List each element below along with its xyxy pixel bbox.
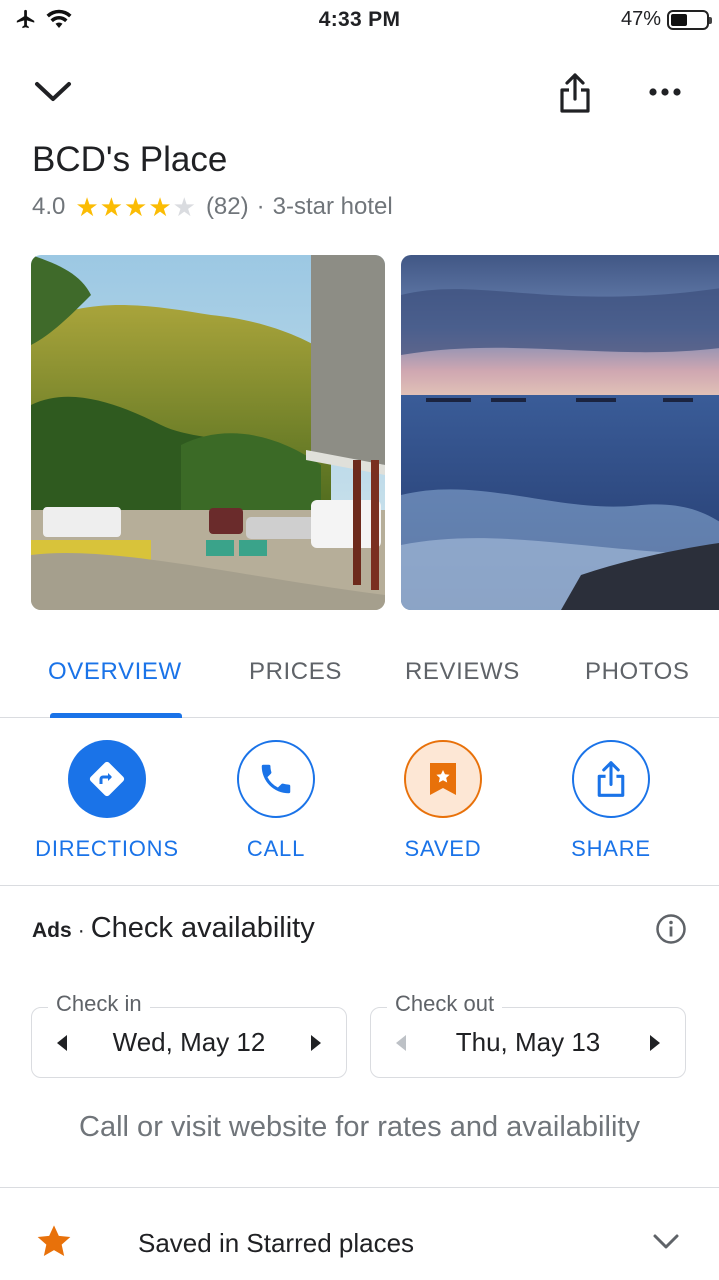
saved-bookmark-icon <box>430 763 456 795</box>
star-filled-icon: ★ <box>75 192 99 222</box>
place-category: 3-star hotel <box>272 193 393 220</box>
saved-list-row[interactable]: Saved in Starred places <box>0 1187 719 1280</box>
check-in-caption: Check in <box>48 991 150 1017</box>
top-bar <box>0 60 719 130</box>
star-icon <box>37 1225 71 1256</box>
share-button[interactable]: SHARE <box>531 740 691 862</box>
call-button[interactable]: CALL <box>196 740 356 862</box>
battery-percent: 47% <box>620 8 661 30</box>
star-filled-icon: ★ <box>148 192 172 222</box>
tab-photos[interactable]: PHOTOS <box>585 658 690 686</box>
separator-dot: · <box>256 193 265 220</box>
rating-value: 4.0 <box>32 193 66 220</box>
saved-label: SAVED <box>404 836 482 861</box>
share-label: SHARE <box>571 836 651 861</box>
directions-button[interactable]: DIRECTIONS <box>27 740 187 862</box>
status-right: 47% <box>620 8 712 31</box>
directions-circle <box>68 740 146 818</box>
check-out-date: Thu, May 13 <box>455 1027 601 1057</box>
check-out-next-arrow-icon[interactable] <box>643 1032 665 1054</box>
saved-circle <box>404 740 482 818</box>
availability-notice: Call or visit website for rates and avai… <box>79 1111 640 1143</box>
star-rating: ★ ★ ★ ★ ★ <box>75 194 196 220</box>
ads-info-button[interactable] <box>654 912 688 946</box>
chevron-down-icon <box>35 82 71 101</box>
saved-button[interactable]: SAVED <box>363 740 523 862</box>
status-bar: 4:33 PM 47% <box>0 0 719 42</box>
check-in-field[interactable]: Check in Wed, May 12 <box>31 991 347 1078</box>
action-buttons: DIRECTIONS CALL SAVED SHARE <box>0 718 719 886</box>
collapse-button[interactable] <box>28 70 78 114</box>
share-icon <box>597 761 625 797</box>
battery-fill <box>671 13 687 26</box>
tab-overview[interactable]: OVERVIEW <box>48 658 182 686</box>
availability-title: Check availability <box>90 912 315 944</box>
rating-row: 4.0 ★ ★ ★ ★ ★ (82) · 3-star hotel <box>32 193 393 221</box>
star-filled-icon: ★ <box>99 192 123 222</box>
battery-icon <box>667 9 712 30</box>
saved-list-label: Saved in Starred places <box>138 1228 415 1258</box>
call-circle <box>237 740 315 818</box>
call-label: CALL <box>246 836 306 861</box>
more-horizontal-icon <box>649 88 681 96</box>
phone-icon <box>261 764 291 794</box>
tab-reviews[interactable]: REVIEWS <box>405 658 520 686</box>
share-circle <box>572 740 650 818</box>
availability-header: Ads · Check availability <box>32 912 315 945</box>
hotel-photo[interactable] <box>31 255 385 610</box>
chevron-down-icon[interactable] <box>650 1228 682 1256</box>
check-out-caption: Check out <box>387 991 503 1017</box>
tab-bar: OVERVIEW PRICES REVIEWS PHOTOS <box>0 640 719 718</box>
directions-icon <box>89 761 125 797</box>
share-icon <box>560 73 590 113</box>
info-icon <box>656 914 686 944</box>
ads-separator: · <box>77 919 85 942</box>
photo-carousel[interactable] <box>31 255 719 610</box>
check-out-field[interactable]: Check out Thu, May 13 <box>370 991 686 1078</box>
ads-badge: Ads <box>32 919 72 942</box>
more-options-button[interactable] <box>640 72 690 112</box>
check-in-date: Wed, May 12 <box>112 1027 266 1057</box>
sea-sunset-photo[interactable] <box>401 255 719 610</box>
star-filled-icon: ★ <box>124 192 148 222</box>
share-top-button[interactable] <box>550 66 600 120</box>
star-empty-icon: ★ <box>172 192 196 222</box>
check-in-next-arrow-icon[interactable] <box>304 1032 326 1054</box>
tab-prices[interactable]: PRICES <box>249 658 342 686</box>
status-time: 4:33 PM <box>318 8 401 31</box>
review-count[interactable]: (82) <box>206 193 249 221</box>
place-title: BCD's Place <box>32 140 228 179</box>
directions-label: DIRECTIONS <box>35 836 179 861</box>
